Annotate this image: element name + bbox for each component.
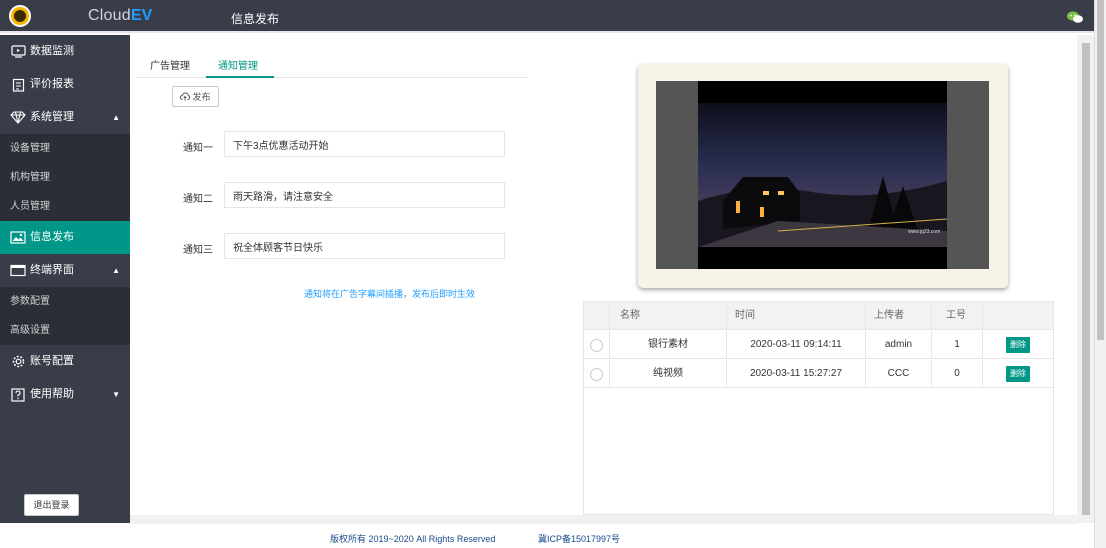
- sidebar-item-label: 数据监测: [30, 45, 74, 57]
- table-header: 名称 时间 上传者 工号: [584, 302, 1053, 330]
- sidebar-item-terminal-ui[interactable]: 终端界面 ▲: [0, 254, 130, 287]
- sidebar-item-eval-report[interactable]: 评价报表: [0, 68, 130, 101]
- help-icon: [10, 387, 26, 402]
- logout-button[interactable]: 退出登录: [24, 494, 79, 516]
- cell-uploader: CCC: [866, 360, 932, 388]
- row-radio[interactable]: [590, 339, 603, 352]
- notice-2-label: 通知二: [183, 194, 213, 205]
- monitor-icon: [10, 45, 26, 59]
- notice-3-input[interactable]: [224, 233, 505, 259]
- footer-copyright: 版权所有 2019~2020 All Rights Reserved: [330, 534, 496, 544]
- notice-3-label: 通知三: [183, 245, 213, 256]
- cell-name: 纯视频: [610, 360, 727, 388]
- preview-screen: www.jq23.com: [656, 81, 989, 269]
- row-select: [584, 331, 610, 359]
- page-title: 信息发布: [231, 12, 280, 26]
- hint-text: 通知将在广告字幕间插播，发布后即时生效: [304, 289, 476, 299]
- sidebar-item-label: 系统管理: [30, 111, 74, 123]
- sidebar-item-account-config[interactable]: 账号配置: [0, 345, 130, 378]
- tab-notice-management[interactable]: 通知管理: [218, 57, 258, 72]
- chevron-up-icon: ▲: [112, 266, 120, 275]
- scrollbar-thumb[interactable]: [1097, 0, 1104, 340]
- media-table: 名称 时间 上传者 工号 银行素材 2020-03-11 09:14:11 ad…: [583, 301, 1054, 515]
- diamond-icon: [10, 111, 26, 125]
- header-id: 工号: [932, 302, 983, 330]
- sidebar-item-param-config[interactable]: 参数配置: [0, 287, 130, 316]
- window-scrollbar[interactable]: [1094, 0, 1106, 548]
- cell-time: 2020-03-11 09:14:11: [727, 331, 866, 359]
- cell-name: 银行素材: [610, 331, 727, 359]
- notice-1-input[interactable]: [224, 131, 505, 157]
- chevron-down-icon: ▼: [112, 390, 120, 399]
- image-icon: [10, 231, 26, 245]
- sidebar-item-label: 使用帮助: [30, 388, 74, 400]
- delete-button[interactable]: 删除: [1006, 337, 1030, 353]
- header-uploader: 上传者: [866, 302, 932, 330]
- sidebar-item-advanced-settings[interactable]: 高级设置: [0, 316, 130, 345]
- top-bar: CloudEV 信息发布: [0, 0, 1106, 33]
- header-select: [584, 302, 610, 330]
- notice-1-label: 通知一: [183, 143, 213, 154]
- brand-suffix: EV: [130, 7, 153, 24]
- tab-bar: 广告管理 通知管理: [136, 49, 528, 78]
- sidebar-item-data-monitor[interactable]: 数据监测: [0, 35, 130, 68]
- cell-uploader: admin: [866, 331, 932, 359]
- chevron-up-icon: ▲: [112, 113, 120, 122]
- cell-time: 2020-03-11 15:27:27: [727, 360, 866, 388]
- cell-id: 0: [932, 360, 983, 388]
- preview-image: www.jq23.com: [698, 81, 947, 269]
- active-tab-indicator: [206, 76, 274, 78]
- sidebar-item-info-publish[interactable]: 信息发布: [0, 221, 130, 254]
- sidebar-item-label: 评价报表: [30, 78, 74, 90]
- header-name: 名称: [610, 302, 727, 330]
- brand: CloudEV: [88, 7, 153, 25]
- publish-button[interactable]: 发布: [172, 86, 219, 107]
- wechat-icon[interactable]: [1067, 11, 1083, 23]
- cell-id: 1: [932, 331, 983, 359]
- gear-icon: [10, 355, 26, 369]
- publish-button-label: 发布: [192, 92, 211, 102]
- cloud-upload-icon: [180, 92, 191, 101]
- preview-frame: www.jq23.com: [638, 64, 1008, 288]
- report-icon: [10, 78, 26, 92]
- sidebar: 数据监测 评价报表 系统管理 ▲ 设备管理 机构管理 人员管理 信息发布 终端界…: [0, 35, 130, 523]
- photo-watermark: www.jq23.com: [908, 229, 940, 235]
- brand-prefix: Cloud: [88, 7, 131, 24]
- sidebar-item-system-mgmt[interactable]: 系统管理 ▲: [0, 101, 130, 134]
- sidebar-item-device-mgmt[interactable]: 设备管理: [0, 134, 130, 163]
- sidebar-item-label: 终端界面: [30, 264, 74, 276]
- sidebar-item-label: 账号配置: [30, 355, 74, 367]
- delete-button[interactable]: 删除: [1006, 366, 1030, 382]
- row-select: [584, 360, 610, 388]
- row-radio[interactable]: [590, 368, 603, 381]
- sidebar-item-staff-mgmt[interactable]: 人员管理: [0, 192, 130, 221]
- scrollbar-thumb[interactable]: [1082, 43, 1090, 515]
- cell-action: 删除: [983, 360, 1053, 388]
- footer-icp[interactable]: 冀ICP备15017997号: [538, 532, 620, 545]
- header-action: [983, 302, 1053, 330]
- sidebar-item-label: 信息发布: [30, 231, 74, 243]
- cell-action: 删除: [983, 331, 1053, 359]
- table-row[interactable]: 纯视频 2020-03-11 15:27:27 CCC 0 删除: [584, 360, 1053, 388]
- notice-2-input[interactable]: [224, 182, 505, 208]
- table-row[interactable]: 银行素材 2020-03-11 09:14:11 admin 1 删除: [584, 331, 1053, 359]
- content-vertical-scrollbar[interactable]: [1077, 35, 1094, 523]
- window-icon: [10, 264, 26, 278]
- sidebar-item-org-mgmt[interactable]: 机构管理: [0, 163, 130, 192]
- logo-icon[interactable]: [9, 5, 31, 27]
- content-horizontal-scrollbar[interactable]: [130, 515, 1077, 524]
- sidebar-item-help[interactable]: 使用帮助 ▼: [0, 378, 130, 411]
- tab-ad-management[interactable]: 广告管理: [150, 57, 190, 72]
- header-time: 时间: [727, 302, 866, 330]
